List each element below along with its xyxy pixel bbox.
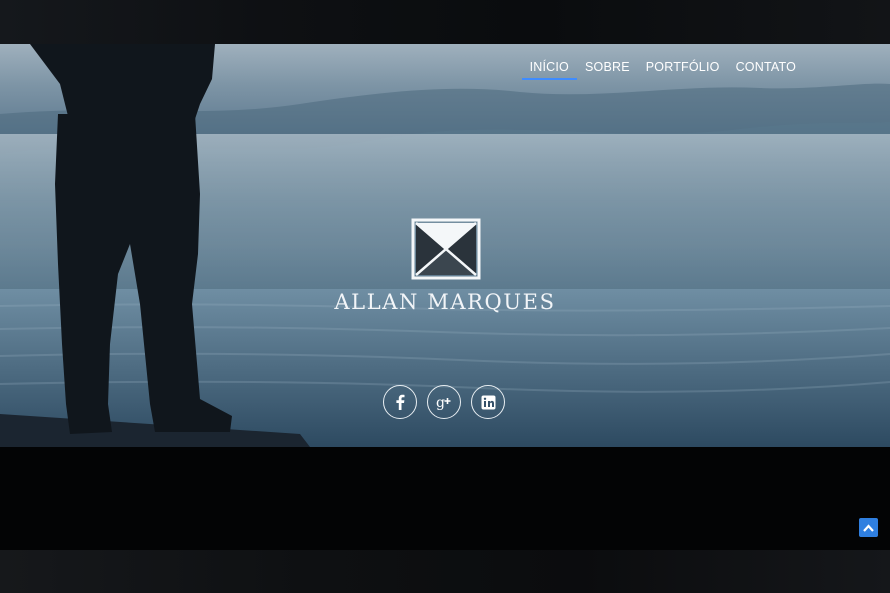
back-to-top-button[interactable] [859,518,878,537]
bowtie-logo-icon [410,217,482,281]
hero-section: INÍCIO SOBRE PORTFÓLIO CONTATO ALLAN MAR… [0,44,890,447]
nav-item-sobre[interactable]: SOBRE [577,60,638,80]
footer-band [0,447,890,550]
svg-text:g: g [436,395,445,410]
google-plus-button[interactable]: g [427,385,461,419]
facebook-button[interactable] [383,385,417,419]
main-nav: INÍCIO SOBRE PORTFÓLIO CONTATO [521,60,804,80]
linkedin-icon [481,395,495,409]
brand-name: ALLAN MARQUES [334,290,556,314]
background-frame-top [0,0,890,44]
facebook-icon [396,394,405,410]
background-frame-bottom [0,550,890,593]
linkedin-button[interactable] [471,385,505,419]
chevron-up-icon [863,523,874,532]
nav-item-contato[interactable]: CONTATO [728,60,804,80]
nav-item-portfolio[interactable]: PORTFÓLIO [638,60,728,80]
nav-item-inicio[interactable]: INÍCIO [521,60,578,80]
social-links: g [383,385,505,419]
google-plus-icon: g [436,395,451,410]
